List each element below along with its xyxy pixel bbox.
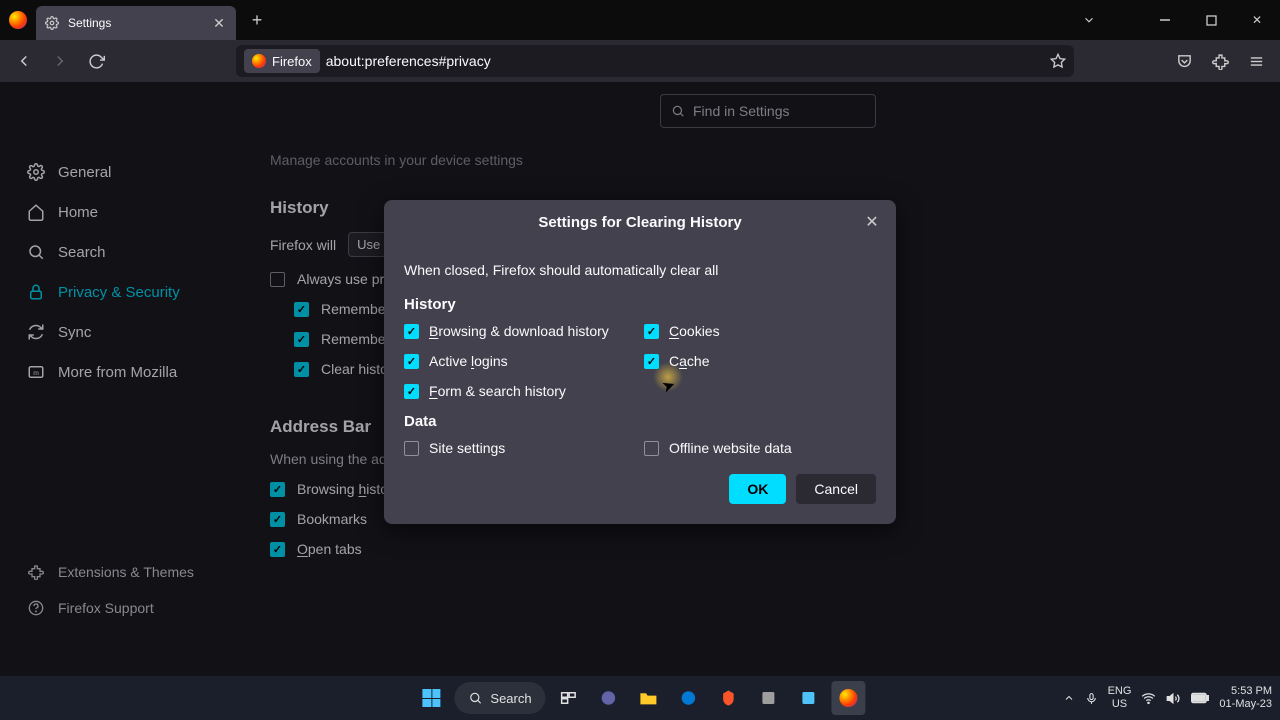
taskbar-app-edge[interactable] (672, 681, 706, 715)
app-menu-button[interactable] (1240, 45, 1272, 77)
dialog-close-button[interactable]: ✕ (860, 210, 884, 234)
cancel-button[interactable]: Cancel (796, 474, 876, 504)
active-logins-label: Active logins (429, 353, 508, 369)
window-maximize-button[interactable] (1188, 0, 1234, 40)
cache-checkbox[interactable]: ✓ (644, 354, 659, 369)
extensions-button[interactable] (1204, 45, 1236, 77)
bookmark-star-icon[interactable] (1050, 53, 1066, 69)
cookies-checkbox[interactable]: ✓ (644, 324, 659, 339)
tray-language-2: US (1108, 698, 1132, 711)
site-settings-checkbox[interactable] (404, 441, 419, 456)
dialog-data-section-title: Data (404, 413, 876, 430)
tray-volume-icon[interactable] (1166, 691, 1181, 706)
url-identity-badge[interactable]: Firefox (244, 49, 320, 73)
taskbar-app-generic1[interactable] (752, 681, 786, 715)
tab-close-button[interactable]: ✕ (210, 14, 228, 32)
site-settings-label: Site settings (429, 440, 505, 456)
tray-wifi-icon[interactable] (1141, 691, 1156, 706)
url-path: about:preferences#privacy (326, 53, 491, 69)
dialog-title: Settings for Clearing History (538, 214, 741, 231)
forward-button[interactable] (44, 45, 76, 77)
ok-button[interactable]: OK (729, 474, 786, 504)
url-identity-text: Firefox (272, 54, 312, 69)
tray-chevron-icon[interactable] (1063, 692, 1075, 704)
active-logins-checkbox[interactable]: ✓ (404, 354, 419, 369)
browsing-download-history-label: Browsing & download history (429, 323, 609, 339)
tray-battery-icon[interactable] (1191, 692, 1209, 704)
window-titlebar: Settings ✕ + ✕ (0, 0, 1280, 40)
taskbar-app-firefox[interactable] (832, 681, 866, 715)
dialog-intro-text: When closed, Firefox should automaticall… (404, 262, 876, 278)
taskbar-app-chat[interactable] (592, 681, 626, 715)
tabs-dropdown-button[interactable] (1066, 0, 1112, 40)
form-search-history-label: Form & search history (429, 383, 566, 399)
window-close-button[interactable]: ✕ (1234, 0, 1280, 40)
firefox-logo-icon (0, 11, 36, 29)
back-button[interactable] (8, 45, 40, 77)
browsing-download-history-checkbox[interactable]: ✓ (404, 324, 419, 339)
dialog-history-section-title: History (404, 296, 876, 313)
gear-icon (44, 15, 60, 31)
taskbar-app-explorer[interactable] (632, 681, 666, 715)
task-view-button[interactable] (552, 681, 586, 715)
taskbar-search-label: Search (490, 691, 531, 706)
windows-taskbar: Search ENG US 5:53 PM 01-May-23 (0, 676, 1280, 720)
taskbar-search[interactable]: Search (454, 682, 545, 714)
search-icon (468, 691, 482, 705)
form-search-history-checkbox[interactable]: ✓ (404, 384, 419, 399)
tray-date: 01-May-23 (1219, 698, 1272, 711)
taskbar-app-brave[interactable] (712, 681, 746, 715)
reload-button[interactable] (80, 45, 112, 77)
window-minimize-button[interactable] (1142, 0, 1188, 40)
browser-navbar: Firefox about:preferences#privacy (0, 40, 1280, 82)
start-button[interactable] (414, 681, 448, 715)
tray-language-1[interactable]: ENG (1108, 685, 1132, 698)
cache-label: Cache (669, 353, 710, 369)
clear-history-settings-dialog: Settings for Clearing History ✕ When clo… (384, 200, 896, 524)
save-to-pocket-button[interactable] (1168, 45, 1200, 77)
url-bar[interactable]: Firefox about:preferences#privacy (236, 45, 1074, 77)
tab-title: Settings (68, 16, 202, 30)
tray-microphone-icon[interactable] (1085, 692, 1098, 705)
offline-website-data-label: Offline website data (669, 440, 792, 456)
new-tab-button[interactable]: + (242, 10, 272, 31)
firefox-mini-logo-icon (252, 54, 266, 68)
offline-website-data-checkbox[interactable] (644, 441, 659, 456)
taskbar-app-generic2[interactable] (792, 681, 826, 715)
browser-tab[interactable]: Settings ✕ (36, 6, 236, 40)
tray-time[interactable]: 5:53 PM (1219, 685, 1272, 698)
cookies-label: Cookies (669, 323, 720, 339)
